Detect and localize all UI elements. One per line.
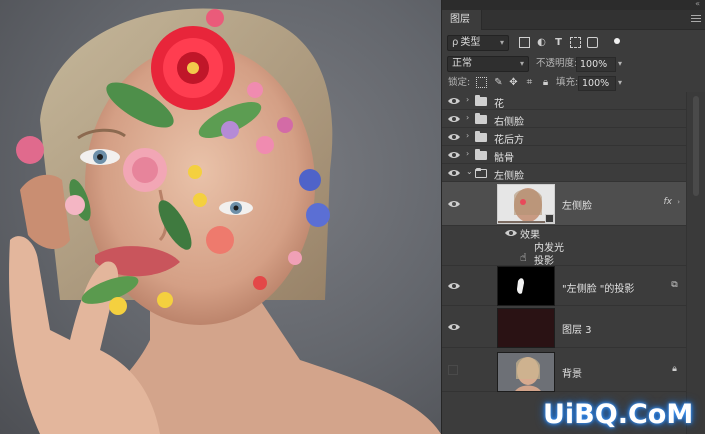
visibility-eye-icon[interactable] <box>448 200 460 208</box>
chevron-down-icon[interactable]: ▾ <box>618 73 622 93</box>
hand-cursor-icon: ☝︎ <box>520 251 527 264</box>
visibility-toggle-off[interactable] <box>448 365 458 375</box>
layer-thumbnail <box>497 266 555 306</box>
panel-menu-icon[interactable] <box>691 13 701 25</box>
collapse-panel-icon[interactable]: « <box>695 0 700 8</box>
layer-row-group[interactable]: › 右侧脸 <box>442 110 686 128</box>
layer-thumbnail <box>497 352 555 392</box>
layer-name: 背景 <box>562 369 582 380</box>
blend-mode-select[interactable]: 正常 ▾ <box>447 56 529 72</box>
clip-link-icon: ⧉ <box>671 280 678 290</box>
layer-row-group-expanded[interactable]: ⌄ 左侧脸 <box>442 164 686 182</box>
chevron-right-icon[interactable]: › <box>466 149 469 158</box>
visibility-eye-icon[interactable] <box>448 151 460 159</box>
folder-icon <box>475 95 487 106</box>
smart-object-badge-icon <box>545 214 554 223</box>
chevron-down-icon[interactable]: ▾ <box>618 54 622 74</box>
visibility-eye-icon[interactable] <box>448 323 460 331</box>
adjustment-filter-icon[interactable]: ◐ <box>536 37 547 48</box>
layer-name: 花后方 <box>494 135 524 146</box>
panel-tab-bar: 图层 <box>442 10 705 30</box>
layer-name: 花 <box>494 99 504 110</box>
layer-name: 左侧脸 <box>494 171 524 182</box>
layer-row[interactable]: "左侧脸 "的投影 ⧉ <box>442 266 686 306</box>
folder-icon <box>475 149 487 160</box>
chevron-right-icon[interactable]: › <box>466 131 469 140</box>
filter-toggle[interactable] <box>614 38 620 44</box>
lock-label: 锁定: <box>448 77 471 88</box>
type-filter-icon[interactable]: T <box>553 37 564 48</box>
lock-transparent-icon[interactable] <box>476 77 487 88</box>
fx-icon[interactable]: fx <box>664 197 673 207</box>
layer-name: 骷骨 <box>494 153 514 164</box>
opacity-input[interactable]: 100% <box>576 57 616 72</box>
layer-row-group[interactable]: › 花 <box>442 92 686 110</box>
layer-list: › 花 › 右侧脸 › 花后方 › 骷骨 ⌄ 左侧脸 左侧脸 fx › 效果 内… <box>442 92 705 434</box>
chevron-right-icon[interactable]: › <box>466 113 469 122</box>
layer-name: 右侧脸 <box>494 117 524 128</box>
chevron-right-icon[interactable]: › <box>466 95 469 104</box>
site-watermark: UiBQ.CoM <box>543 399 694 430</box>
search-icon: ρ <box>452 37 459 48</box>
layer-row-background[interactable]: 背景 🔒︎ <box>442 348 686 392</box>
visibility-eye-icon[interactable] <box>448 97 460 105</box>
lock-position-icon[interactable]: ✥ <box>508 77 519 88</box>
chevron-right-icon[interactable]: › <box>677 198 680 206</box>
opacity-label: 不透明度: <box>536 58 578 69</box>
image-filter-icon[interactable] <box>519 37 530 48</box>
panel-title-strip: « <box>442 0 705 10</box>
layers-panel: « 图层 ρ 类型 ▾ ◐ T 正常 ▾ 不透明度: 100% ▾ 锁定: ✎ ✥… <box>441 0 705 434</box>
layer-name: 左侧脸 <box>562 201 592 212</box>
red-flower <box>151 26 235 110</box>
lock-row: 锁定: ✎ ✥ ⌗ 🔒︎ 填充: 100% ▾ <box>442 73 705 93</box>
chevron-down-icon: ▾ <box>499 38 504 47</box>
layer-name: 图层 3 <box>562 325 592 336</box>
scrollbar-thumb[interactable] <box>693 96 699 196</box>
visibility-eye-icon[interactable] <box>448 282 460 290</box>
layer-row-selected[interactable]: 左侧脸 fx › <box>442 182 686 226</box>
effect-item-drop-shadow[interactable]: ☝︎ 投影 <box>442 251 686 267</box>
fill-input[interactable]: 100% <box>578 76 616 91</box>
folder-open-icon <box>475 168 487 178</box>
chevron-down-icon[interactable]: ⌄ <box>466 167 473 176</box>
visibility-eye-icon[interactable] <box>448 115 460 123</box>
visibility-eye-icon[interactable] <box>448 169 460 177</box>
shape-filter-icon[interactable] <box>570 37 581 48</box>
layer-row-group[interactable]: › 花后方 <box>442 128 686 146</box>
lock-all-icon[interactable]: 🔒︎ <box>540 77 551 88</box>
effect-item-inner-glow[interactable]: 内发光 <box>442 240 686 254</box>
filter-type-select[interactable]: ρ 类型 ▾ <box>447 35 509 51</box>
visibility-eye-icon[interactable] <box>448 133 460 141</box>
layer-thumbnail <box>497 308 555 348</box>
layer-name: "左侧脸 "的投影 <box>562 284 635 295</box>
smart-object-filter-icon[interactable] <box>587 37 598 48</box>
folder-icon <box>475 131 487 142</box>
filter-row: ρ 类型 ▾ ◐ T <box>442 33 705 53</box>
fill-label: 填充: <box>556 77 579 88</box>
folder-icon <box>475 113 487 124</box>
lock-artboard-icon[interactable]: ⌗ <box>524 77 535 88</box>
layer-row[interactable]: 图层 3 <box>442 306 686 348</box>
canvas-artwork <box>9 8 441 434</box>
blend-row: 正常 ▾ 不透明度: 100% ▾ <box>442 54 705 74</box>
layer-row-group[interactable]: › 骷骨 <box>442 146 686 164</box>
lock-image-icon[interactable]: ✎ <box>493 77 504 88</box>
chevron-down-icon: ▾ <box>519 59 524 68</box>
effect-name: 投影 <box>534 256 554 267</box>
effects-row[interactable]: 效果 <box>442 226 686 241</box>
lock-icon: 🔒︎ <box>672 364 677 374</box>
layer-list-scrollbar[interactable] <box>686 92 705 434</box>
visibility-eye-icon[interactable] <box>505 229 517 237</box>
document-canvas[interactable] <box>0 0 441 434</box>
tab-layers[interactable]: 图层 <box>442 10 482 30</box>
